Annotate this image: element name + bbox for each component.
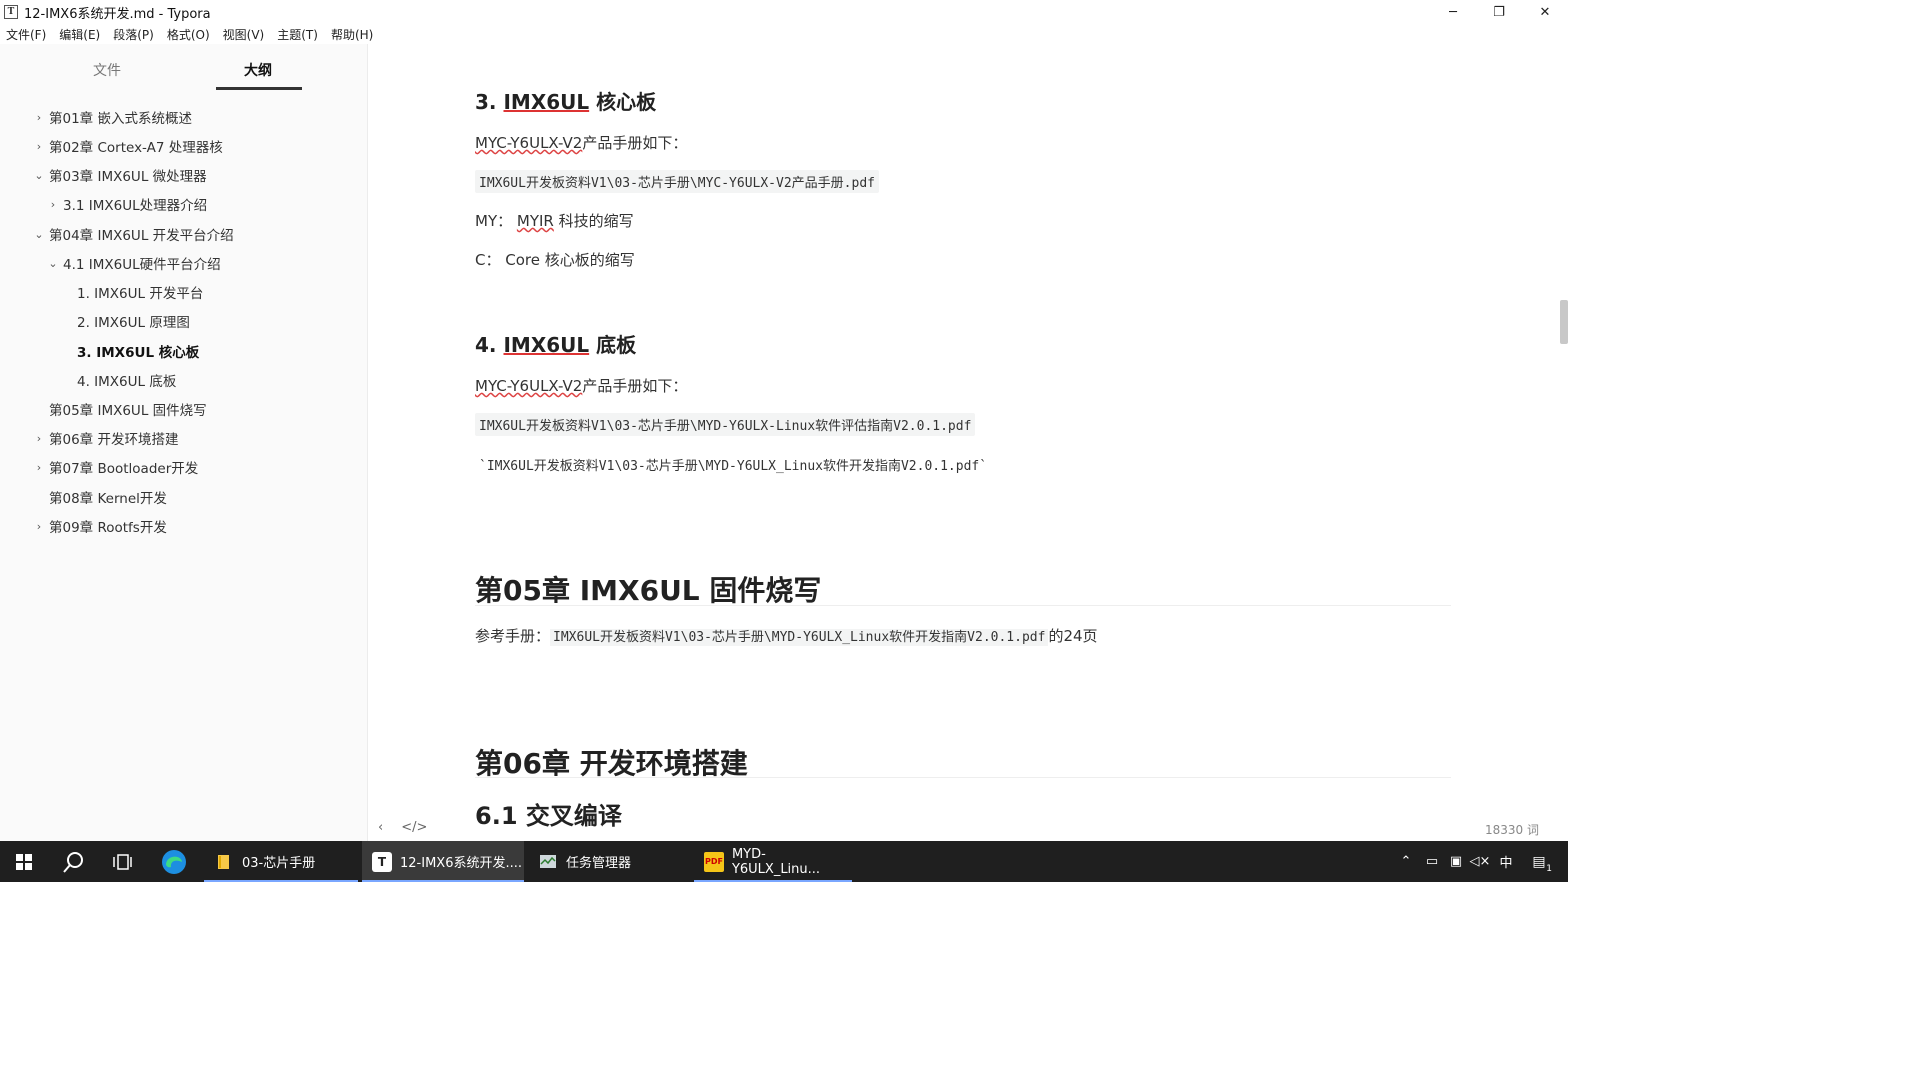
heading-chapter-06: 第06章 开发环境搭建 — [475, 747, 748, 780]
menu-help[interactable]: 帮助(H) — [331, 26, 373, 43]
chevron-down-icon[interactable]: ⌄ — [32, 169, 46, 182]
network-icon[interactable]: ▣ — [1444, 854, 1468, 869]
battery-icon[interactable]: ▭ — [1420, 854, 1444, 869]
outline-item[interactable]: 1. IMX6UL 开发平台 — [77, 282, 203, 302]
taskbar-app-pdf[interactable]: PDF MYD-Y6ULX_Linu... — [694, 841, 852, 882]
window-title: 12-IMX6系统开发.md - Typora — [24, 6, 211, 22]
close-button[interactable]: ✕ — [1522, 0, 1568, 24]
chevron-down-icon[interactable]: ⌄ — [32, 228, 46, 241]
chevron-down-icon[interactable]: ⌄ — [46, 257, 60, 270]
menu-edit[interactable]: 编辑(E) — [59, 26, 100, 43]
system-tray: ⌃ ▭ ▣ ◁× 中 ▤ 1 — [1398, 841, 1554, 882]
outline-item[interactable]: › 第01章 嵌入式系统概述 — [32, 107, 192, 128]
task-manager-icon — [538, 852, 558, 872]
minimize-button[interactable]: ─ — [1430, 0, 1476, 24]
menu-format[interactable]: 格式(O) — [167, 26, 210, 43]
outline-item[interactable]: ⌄ 4.1 IMX6UL硬件平台介绍 — [46, 253, 220, 274]
heading-base-board: 4. IMX6UL 底板 — [475, 333, 637, 357]
task-view-icon — [113, 853, 132, 870]
chevron-right-icon[interactable]: › — [32, 432, 46, 445]
volume-muted-icon[interactable]: ◁× — [1468, 854, 1492, 869]
heading-chapter-05: 第05章 IMX6UL 固件烧写 — [475, 574, 822, 607]
search-icon — [63, 851, 83, 873]
menu-bar: 文件(F) 编辑(E) 段落(P) 格式(O) 视图(V) 主题(T) 帮助(H… — [0, 24, 386, 44]
taskbar: 03-芯片手册 T 12-IMX6系统开发.... 任务管理器 PDF MYD-… — [0, 841, 1568, 882]
paragraph: MYC-Y6ULX-V2产品手册如下： — [475, 134, 688, 152]
editor-pane[interactable]: 3. IMX6UL 核心板 MYC-Y6ULX-V2产品手册如下： IMX6UL… — [369, 44, 1568, 841]
chevron-right-icon[interactable]: › — [32, 111, 46, 124]
ime-indicator[interactable]: 中 — [1494, 852, 1518, 871]
toggle-sidebar-icon[interactable]: ‹ — [378, 820, 383, 835]
menu-file[interactable]: 文件(F) — [6, 26, 46, 43]
source-code-mode-icon[interactable]: </> — [401, 820, 427, 835]
edge-icon — [162, 849, 186, 874]
menu-paragraph[interactable]: 段落(P) — [113, 26, 154, 43]
inline-code: IMX6UL开发板资料V1\03-芯片手册\MYD-Y6ULX-Linux软件评… — [475, 413, 976, 436]
task-view-button[interactable] — [98, 841, 146, 882]
inline-code: IMX6UL开发板资料V1\03-芯片手册\MYC-Y6ULX-V2产品手册.p… — [475, 170, 879, 193]
outline-item[interactable]: › 第06章 开发环境搭建 — [32, 428, 179, 449]
outline-item[interactable]: › 3.1 IMX6UL处理器介绍 — [46, 194, 207, 215]
start-button[interactable] — [0, 841, 48, 882]
title-bar: T 12-IMX6系统开发.md - Typora ─ ❐ ✕ — [0, 0, 1568, 24]
tab-files[interactable]: 文件 — [93, 60, 121, 80]
edge-browser-button[interactable] — [150, 841, 198, 882]
paragraph: MYC-Y6ULX-V2产品手册如下： — [475, 377, 688, 395]
outline-item[interactable]: › 第02章 Cortex-A7 处理器核 — [32, 136, 223, 157]
chevron-right-icon[interactable]: › — [32, 461, 46, 474]
outline-item[interactable]: ⌄ 第03章 IMX6UL 微处理器 — [32, 165, 206, 186]
outline-item[interactable]: › 第07章 Bootloader开发 — [32, 457, 198, 478]
chevron-right-icon[interactable]: › — [46, 198, 60, 211]
taskbar-app-typora[interactable]: T 12-IMX6系统开发.... — [362, 841, 524, 882]
outline-item[interactable]: 第08章 Kernel开发 — [49, 487, 167, 507]
outline-item[interactable]: 2. IMX6UL 原理图 — [77, 311, 190, 331]
outline-item-active[interactable]: 3. IMX6UL 核心板 — [77, 341, 199, 361]
notification-center-icon[interactable]: ▤ 1 — [1524, 854, 1554, 874]
menu-view[interactable]: 视图(V) — [223, 26, 265, 43]
show-hidden-icons-icon[interactable]: ⌃ — [1398, 854, 1414, 869]
pdf-icon: PDF — [704, 851, 724, 872]
search-button[interactable] — [50, 841, 98, 882]
paragraph: MY： MYIR 科技的缩写 — [475, 212, 634, 230]
restore-button[interactable]: ❐ — [1476, 0, 1522, 24]
heading-divider — [475, 605, 1451, 606]
folder-icon — [214, 852, 234, 872]
outline-item[interactable]: 4. IMX6UL 底板 — [77, 370, 176, 390]
sidebar: 文件 大纲 › 第01章 嵌入式系统概述 › 第02章 Cortex-A7 处理… — [0, 44, 368, 841]
scrollbar-thumb[interactable] — [1560, 300, 1568, 344]
windows-logo-icon — [16, 853, 32, 870]
paragraph: C： Core 核心板的缩写 — [475, 251, 635, 269]
heading-core-board: 3. IMX6UL 核心板 — [475, 90, 657, 114]
active-tab-indicator — [216, 87, 302, 90]
heading-cross-compile: 6.1 交叉编译 — [475, 802, 622, 830]
menu-theme[interactable]: 主题(T) — [277, 26, 318, 43]
word-count[interactable]: 18330 词 — [1485, 821, 1539, 838]
outline-item[interactable]: › 第09章 Rootfs开发 — [32, 516, 167, 537]
typora-icon: T — [372, 851, 392, 872]
inline-code: `IMX6UL开发板资料V1\03-芯片手册\MYD-Y6ULX_Linux软件… — [479, 459, 988, 474]
typora-app-icon: T — [4, 5, 18, 19]
outline-item[interactable]: 第05章 IMX6UL 固件烧写 — [49, 399, 207, 419]
paragraph: 参考手册： IMX6UL开发板资料V1\03-芯片手册\MYD-Y6ULX_Lin… — [475, 627, 1098, 646]
chevron-right-icon[interactable]: › — [32, 520, 46, 533]
chevron-right-icon[interactable]: › — [32, 140, 46, 153]
taskbar-app-task-manager[interactable]: 任务管理器 — [528, 841, 682, 882]
editor-footer: ‹ </> — [378, 820, 427, 835]
heading-divider — [475, 777, 1451, 778]
taskbar-app-explorer[interactable]: 03-芯片手册 — [204, 841, 358, 882]
notification-count: 1 — [1546, 863, 1552, 874]
outline-item[interactable]: ⌄ 第04章 IMX6UL 开发平台介绍 — [32, 224, 233, 245]
